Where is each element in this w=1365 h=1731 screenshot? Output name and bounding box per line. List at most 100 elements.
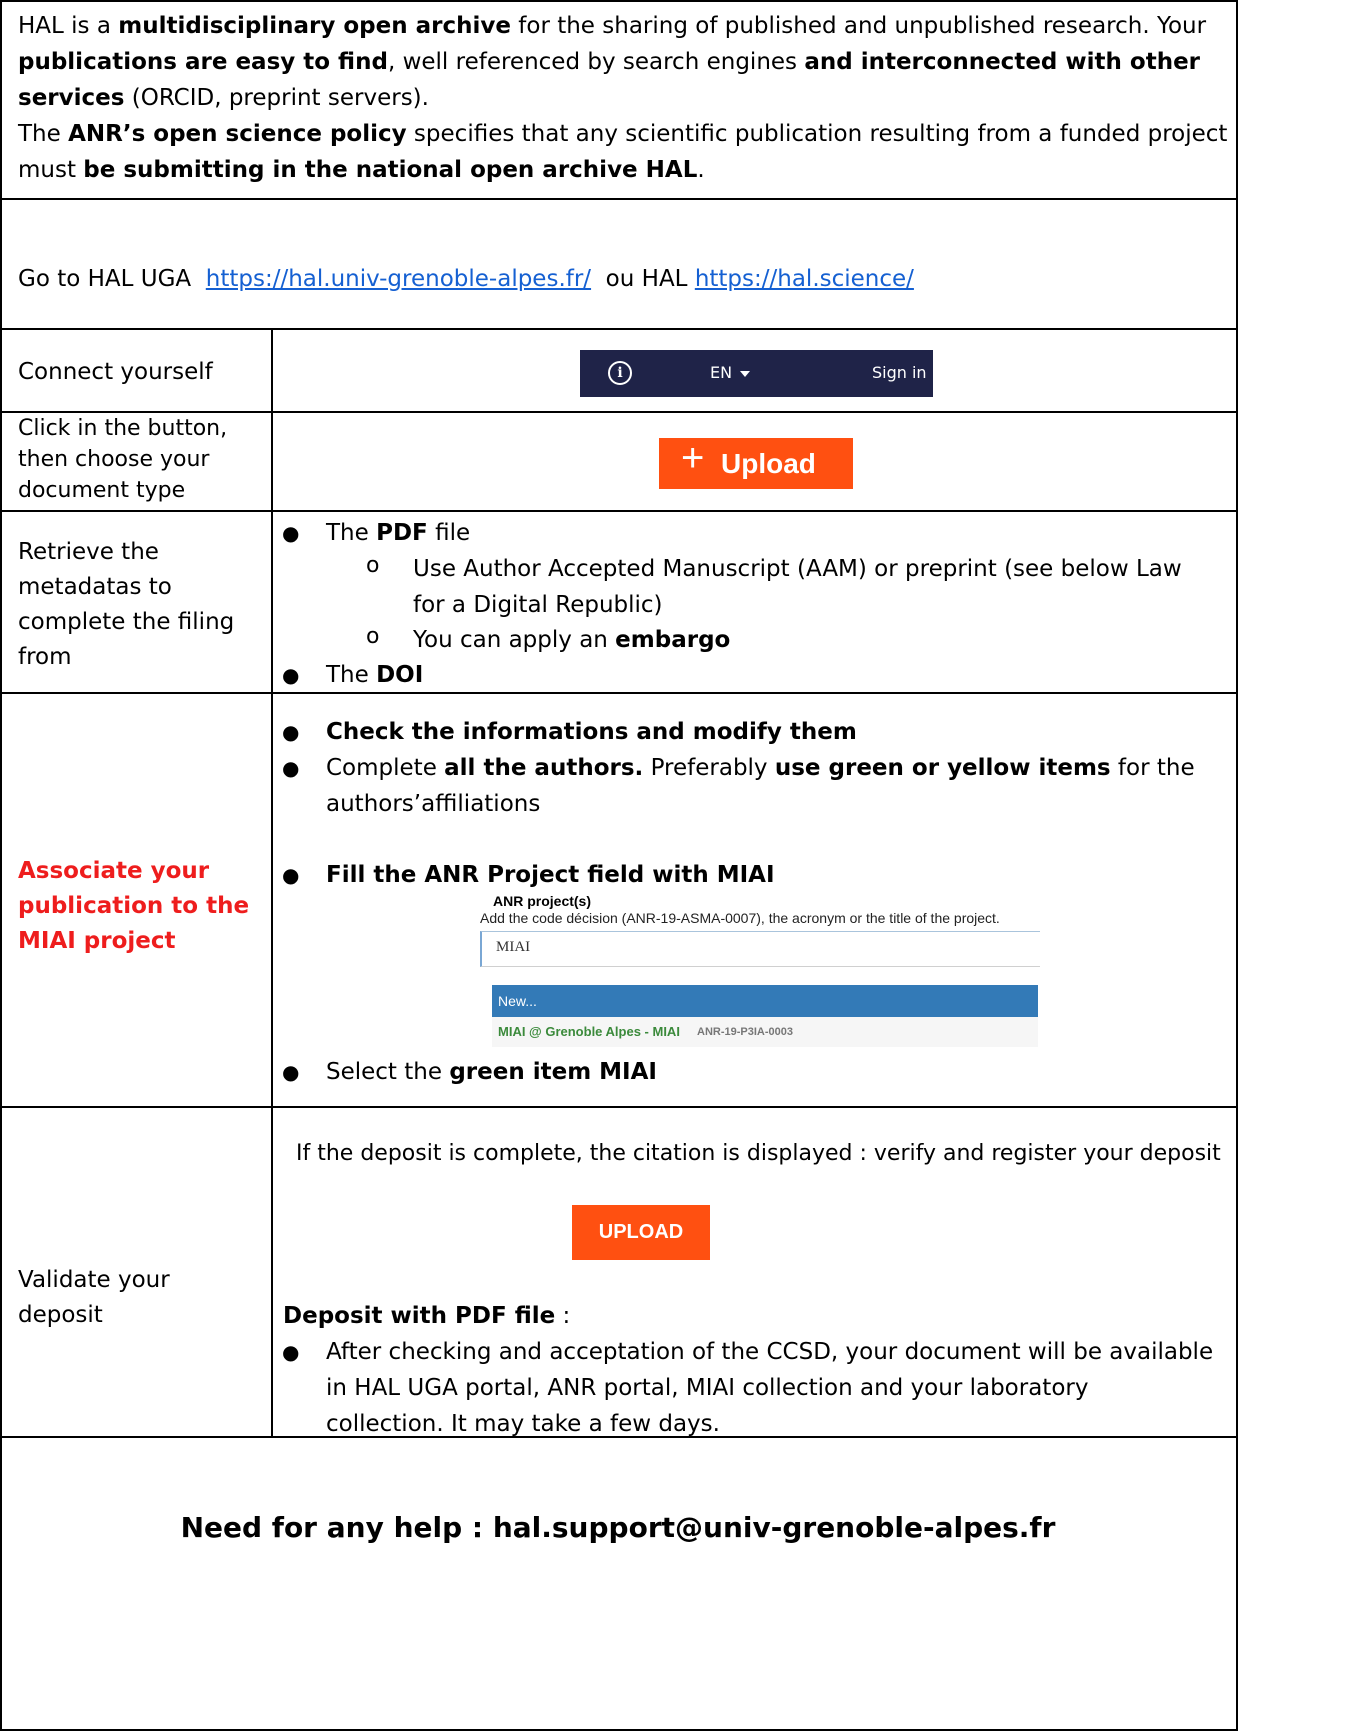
text: Retrieve the <box>18 539 159 565</box>
text: The <box>18 121 69 147</box>
text: be submitting in the national open archi… <box>83 157 698 183</box>
text: from <box>18 644 72 670</box>
divider <box>2 692 1238 694</box>
deposit-complete-text: If the deposit is complete, the citation… <box>296 1141 1221 1166</box>
text: specifies that any scientific publicatio… <box>406 121 1228 147</box>
row-label-retrieve: Retrieve the metadatas to complete the f… <box>18 535 234 675</box>
row-label-associate: Associate your publication to the MIAI p… <box>18 854 249 959</box>
anr-input-value: MIAI <box>496 939 531 955</box>
anr-option-miai-code: ANR-19-P3IA-0003 <box>697 1026 793 1038</box>
bullet: ● <box>282 1060 300 1084</box>
upload-button-label: Upload <box>721 448 816 479</box>
intro-line: HAL is a multidisciplinary open archive … <box>18 8 1228 44</box>
text: ANR’s open science policy <box>68 121 407 147</box>
text: Select the <box>326 1059 450 1085</box>
divider <box>2 510 1238 512</box>
hal-navbar: i EN Sign in <box>580 350 933 397</box>
plus-icon: + <box>681 436 705 480</box>
text: Use Author Accepted Manuscript (AAM) or … <box>413 556 1182 582</box>
text: Preferably <box>643 755 775 781</box>
row-label-validate: Validate your deposit <box>18 1263 170 1333</box>
intro-line: services (ORCID, preprint servers). <box>18 80 1228 116</box>
help-contact: Need for any help : hal.support@univ-gre… <box>180 1511 1056 1544</box>
text: New... <box>498 993 537 1009</box>
divider <box>2 1106 1238 1108</box>
intro-line: must be submitting in the national open … <box>18 152 1228 188</box>
text: (ORCID, preprint servers). <box>124 85 429 111</box>
bullet: ● <box>282 1340 300 1364</box>
goto-line: Go to HAL UGA https://hal.univ-grenoble-… <box>18 261 1228 297</box>
text: file <box>427 520 471 546</box>
text: After checking and acceptation of the CC… <box>326 1339 1214 1365</box>
text: Click in the button, <box>18 416 228 441</box>
text: publications are easy to find <box>18 49 388 75</box>
text: , well referenced by search engines <box>387 49 805 75</box>
language-selector[interactable]: EN <box>710 363 751 382</box>
text: all the authors. <box>444 755 644 781</box>
text: Fill the ANR Project field with MIAI <box>326 862 775 888</box>
anr-project-input[interactable]: MIAI <box>480 931 1040 967</box>
list-item: The PDF file <box>326 515 470 551</box>
chevron-down-icon <box>740 370 751 377</box>
deposit-pdf-heading: Deposit with PDF file : <box>283 1298 570 1334</box>
column-divider <box>271 328 273 1438</box>
text: for the <box>1110 755 1195 781</box>
anr-field-title: ANR project(s) <box>493 893 592 909</box>
text: The <box>326 520 377 546</box>
list-item: Select the green item MIAI <box>326 1054 657 1090</box>
anr-project-field-screenshot: ANR project(s) Add the code décision (AN… <box>480 893 1040 1053</box>
text: ou HAL <box>591 266 695 292</box>
text: for the sharing of published and unpubli… <box>510 13 1207 39</box>
text: document type <box>18 478 186 503</box>
text: Complete <box>326 755 445 781</box>
text: embargo <box>615 627 731 653</box>
text: DOI <box>376 662 424 688</box>
text: collection. It may take a few days. <box>326 1411 720 1437</box>
text: for a Digital Republic) <box>413 592 663 618</box>
text: metadatas to <box>18 574 172 600</box>
hal-science-link[interactable]: https://hal.science/ <box>695 266 914 292</box>
info-icon[interactable]: i <box>608 361 632 385</box>
text: Deposit with PDF file <box>283 1303 556 1329</box>
upload-confirm-button[interactable]: UPLOAD <box>572 1205 710 1260</box>
anr-option-new[interactable]: New... <box>492 985 1038 1017</box>
text: authors’affiliations <box>326 791 541 817</box>
text: Check the informations and modify them <box>326 719 857 745</box>
list-item: After checking and acceptation of the CC… <box>326 1334 1226 1442</box>
text: publication to the <box>18 893 250 919</box>
list-item: Complete all the authors. Preferably use… <box>326 750 1226 822</box>
text: and interconnected with other <box>804 49 1201 75</box>
text: must <box>18 157 84 183</box>
text: use green or yellow items <box>774 755 1111 781</box>
bullet: ● <box>282 756 300 780</box>
row-label-click: Click in the button, then choose your do… <box>18 413 227 506</box>
divider <box>2 328 1238 330</box>
language-label: EN <box>710 363 733 382</box>
sign-in-link[interactable]: Sign in <box>872 363 927 382</box>
list-item: Fill the ANR Project field with MIAI <box>326 857 775 893</box>
anr-option-miai-label: MIAI @ Grenoble Alpes - MIAI <box>498 1024 680 1039</box>
text: multidisciplinary open archive <box>118 13 511 39</box>
intro-paragraph: HAL is a multidisciplinary open archive … <box>18 8 1228 188</box>
anr-option-miai[interactable]: MIAI @ Grenoble Alpes - MIAI ANR-19-P3IA… <box>492 1017 1038 1047</box>
divider <box>2 198 1238 200</box>
bullet: ● <box>282 720 300 744</box>
list-item: The DOI <box>326 657 423 693</box>
anr-field-hint: Add the code décision (ANR-19-ASMA-0007)… <box>480 910 1000 926</box>
text: complete the filing <box>18 609 235 635</box>
text: Associate your <box>18 858 210 884</box>
text: Validate your <box>18 1267 170 1293</box>
text: deposit <box>18 1302 103 1328</box>
list-item: You can apply an embargo <box>413 622 730 658</box>
text: The <box>326 662 377 688</box>
text: HAL is a <box>18 13 119 39</box>
intro-line: publications are easy to find, well refe… <box>18 44 1228 80</box>
intro-line: The ANR’s open science policy specifies … <box>18 116 1228 152</box>
bullet: ● <box>282 663 300 687</box>
text: MIAI project <box>18 928 176 954</box>
bullet: ● <box>282 863 300 887</box>
text: : <box>555 1303 571 1329</box>
text: Go to HAL UGA <box>18 266 206 292</box>
upload-button[interactable]: + Upload <box>659 436 853 489</box>
hal-uga-link[interactable]: https://hal.univ-grenoble-alpes.fr/ <box>206 266 591 292</box>
